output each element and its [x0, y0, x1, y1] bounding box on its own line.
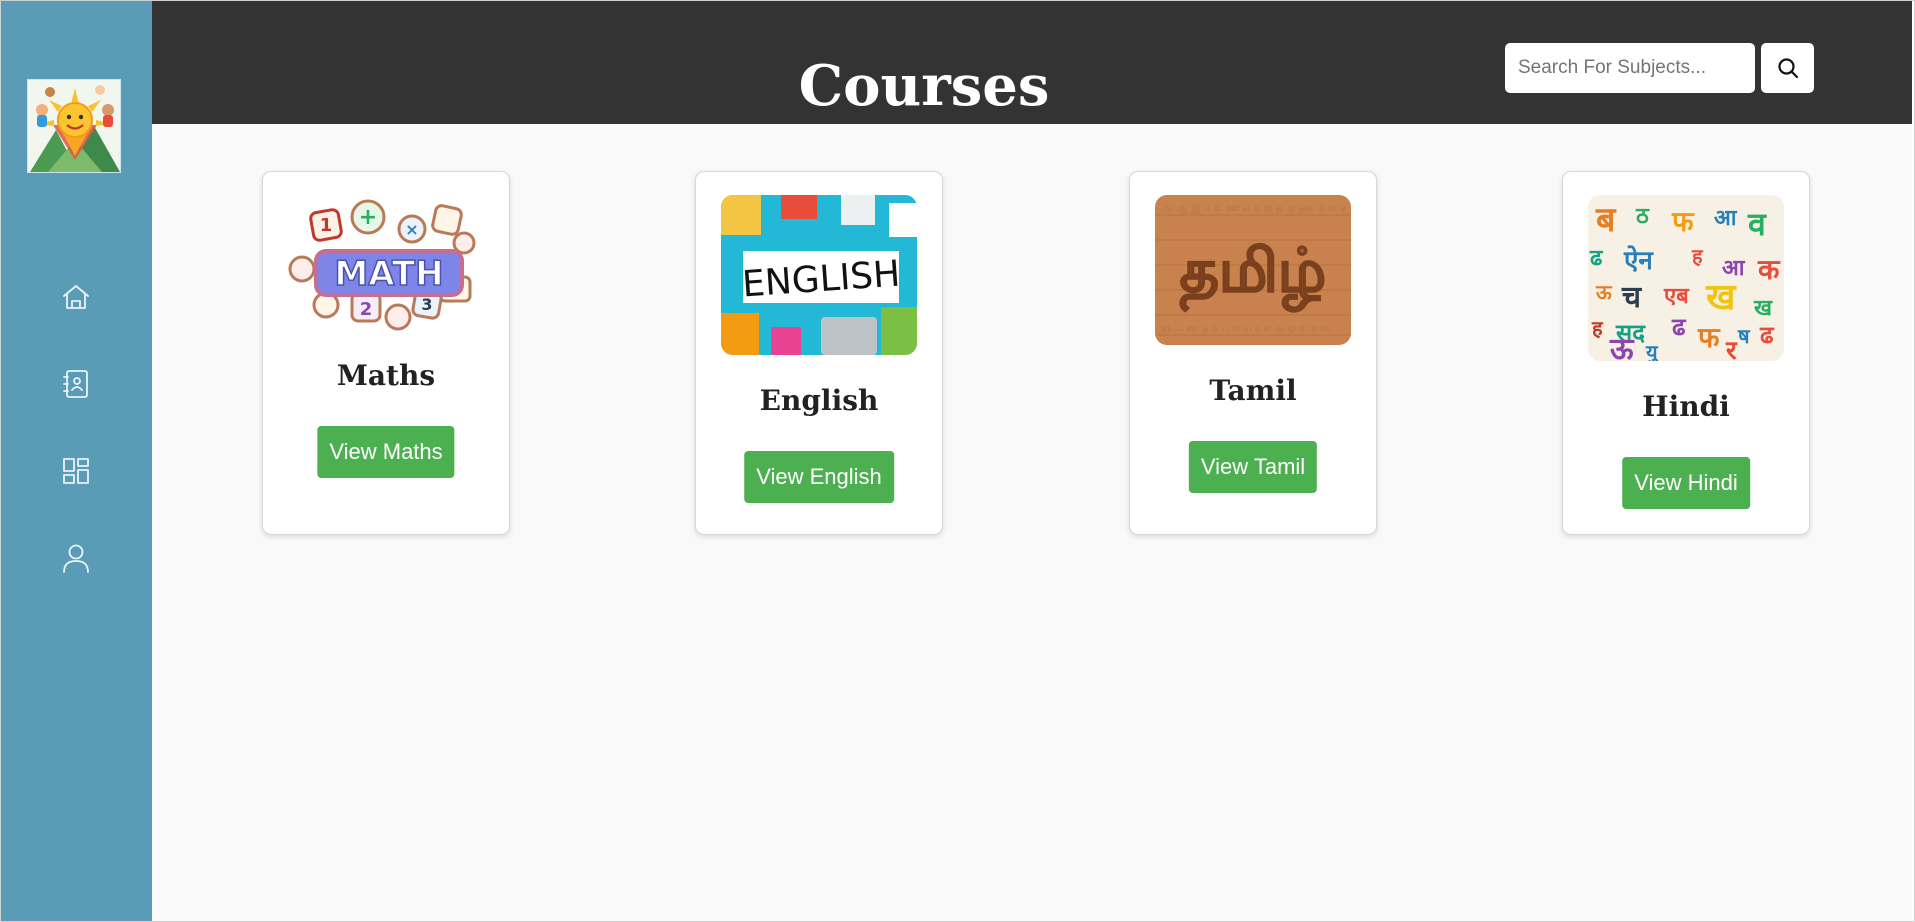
svg-text:ह: ह	[1591, 316, 1604, 340]
search-icon	[1777, 58, 1798, 79]
sidebar-item-home[interactable]	[57, 278, 95, 316]
svg-text:एब: एब	[1663, 284, 1690, 309]
course-card-english: ENGLISH English View English	[695, 171, 943, 535]
course-title: English	[759, 384, 879, 417]
view-hindi-button[interactable]: View Hindi	[1622, 457, 1750, 509]
svg-text:ஞ ட ண த ந ப ம ய ர ல வ ழ ள ற ன: ஞ ட ண த ந ப ம ய ர ல வ ழ ள ற ன	[1161, 323, 1331, 334]
sidebar-item-contacts[interactable]	[57, 365, 95, 403]
tamil-image: அ ஆ இ ஈ உ ஊ எ ஏ ஐ ஒ ஓ ஔ க ங ச ஞ ட ண த ந …	[1155, 195, 1351, 345]
svg-text:र: र	[1725, 336, 1738, 361]
svg-text:×: ×	[405, 220, 418, 239]
course-title: Maths	[336, 359, 436, 392]
app-window: Courses Search For Subjects... 1 + × 2 3…	[0, 0, 1915, 922]
svg-text:1: 1	[320, 215, 333, 236]
svg-text:3: 3	[421, 295, 432, 314]
course-card-maths: 1 + × 2 3 MATH Maths View Maths	[262, 171, 510, 535]
sidebar	[1, 1, 152, 921]
dashboard-icon	[63, 458, 89, 484]
view-maths-button[interactable]: View Maths	[317, 426, 455, 478]
hindi-image: ब ठ फ आ व ढ ऐन ह आ क ऊ च एब ख ख ह सद ढ फ…	[1588, 195, 1784, 361]
course-card-tamil: அ ஆ இ ஈ உ ஊ எ ஏ ஐ ஒ ஓ ஔ க ங ச ஞ ட ண த ந …	[1129, 171, 1377, 535]
search-button[interactable]	[1761, 43, 1814, 93]
contact-card-icon	[63, 370, 88, 398]
svg-text:फ: फ	[1697, 321, 1721, 354]
svg-text:ऐन: ऐन	[1623, 245, 1654, 276]
svg-text:ष: ष	[1737, 324, 1751, 348]
svg-text:+: +	[359, 205, 377, 230]
svg-text:ख: ख	[1753, 296, 1773, 321]
svg-text:यु: यु	[1645, 340, 1659, 361]
search-input[interactable]	[1505, 43, 1755, 93]
svg-text:2: 2	[360, 299, 373, 320]
svg-text:தமிழ்: தமிழ்	[1180, 236, 1326, 313]
svg-text:ठ: ठ	[1635, 204, 1650, 229]
header: Courses	[152, 1, 1912, 124]
svg-text:அ ஆ இ ஈ உ ஊ எ ஏ ஐ ஒ ஓ ஔ க ங ச: அ ஆ இ ஈ உ ஊ எ ஏ ஐ ஒ ஓ ஔ க ங ச	[1161, 203, 1346, 214]
svg-text:फ: फ	[1671, 205, 1695, 238]
maths-image: 1 + × 2 3 MATH	[288, 195, 484, 335]
english-image: ENGLISH	[721, 195, 917, 355]
svg-text:व: व	[1747, 205, 1767, 243]
sun-logo-icon	[28, 80, 120, 172]
svg-text:आ: आ	[1714, 206, 1738, 231]
svg-text:ऊ: ऊ	[1609, 332, 1635, 361]
sidebar-item-dashboard[interactable]	[57, 452, 95, 490]
course-title: Hindi	[1642, 390, 1730, 423]
svg-text:ख: ख	[1705, 277, 1737, 318]
view-english-button[interactable]: View English	[744, 451, 894, 503]
svg-text:च: च	[1621, 280, 1642, 315]
svg-text:MATH: MATH	[334, 254, 443, 294]
svg-text:ढ: ढ	[1589, 246, 1604, 271]
view-tamil-button[interactable]: View Tamil	[1188, 441, 1318, 493]
course-grid: 1 + × 2 3 MATH Maths View Maths ENGLISH …	[152, 124, 1912, 921]
svg-text:ह: ह	[1691, 244, 1704, 268]
svg-text:क: क	[1757, 253, 1781, 286]
app-logo[interactable]	[27, 79, 121, 173]
svg-text:ब: ब	[1595, 200, 1617, 240]
course-card-hindi: ब ठ फ आ व ढ ऐन ह आ क ऊ च एब ख ख ह सद ढ फ…	[1562, 171, 1810, 535]
svg-text:ढ: ढ	[1671, 313, 1687, 341]
home-icon	[63, 285, 89, 309]
course-title: Tamil	[1209, 374, 1297, 407]
user-icon	[63, 544, 89, 573]
sidebar-item-profile[interactable]	[57, 539, 95, 577]
svg-text:ऊ: ऊ	[1595, 280, 1613, 304]
svg-text:ढ: ढ	[1759, 321, 1775, 349]
page-title: Courses	[798, 53, 1050, 119]
